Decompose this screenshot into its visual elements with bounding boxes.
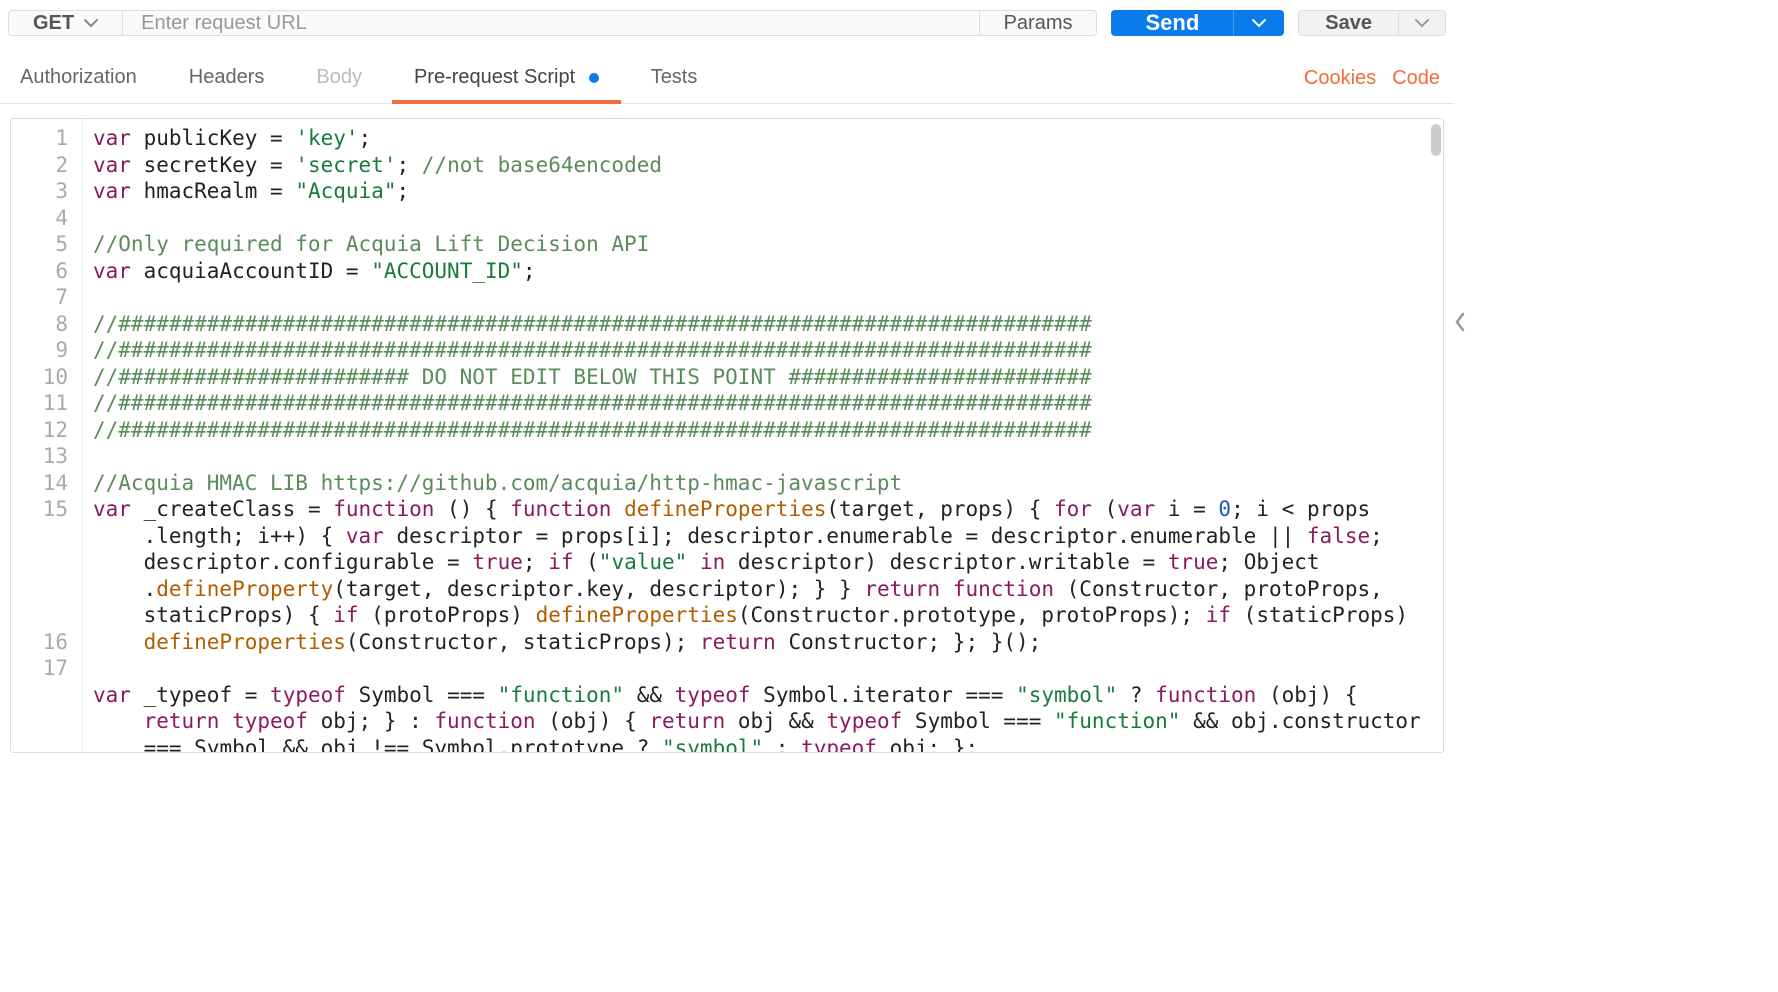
tab-headers[interactable]: Headers bbox=[187, 54, 267, 103]
scrollbar-thumb[interactable] bbox=[1431, 124, 1441, 156]
line-number-gutter: 1234567891011121314151617 bbox=[11, 119, 83, 752]
code-content[interactable]: var publicKey = 'key';var secretKey = 's… bbox=[83, 119, 1443, 752]
chevron-down-icon bbox=[84, 15, 98, 31]
request-url-input[interactable] bbox=[123, 11, 978, 35]
tab-label: Pre-request Script bbox=[414, 66, 575, 88]
params-button[interactable]: Params bbox=[979, 11, 1097, 35]
right-links: Cookies Code bbox=[1304, 67, 1446, 90]
request-bar: GET Params Send Save bbox=[0, 0, 1454, 36]
send-dropdown-button[interactable] bbox=[1233, 10, 1284, 36]
http-method-label: GET bbox=[33, 12, 74, 35]
code-editor[interactable]: 1234567891011121314151617 var publicKey … bbox=[10, 118, 1444, 753]
tab-prerequest-script[interactable]: Pre-request Script bbox=[412, 54, 601, 103]
code-link[interactable]: Code bbox=[1392, 67, 1440, 90]
chevron-down-icon bbox=[1252, 16, 1266, 31]
send-button[interactable]: Send bbox=[1111, 10, 1233, 36]
editor-wrap: 1234567891011121314151617 var publicKey … bbox=[10, 118, 1444, 753]
method-url-group: GET Params bbox=[8, 10, 1097, 36]
save-group: Save bbox=[1298, 10, 1446, 36]
send-group: Send bbox=[1111, 10, 1284, 36]
tab-authorization[interactable]: Authorization bbox=[18, 54, 139, 103]
tabs-row: Authorization Headers Body Pre-request S… bbox=[0, 54, 1454, 104]
http-method-select[interactable]: GET bbox=[9, 11, 123, 35]
cookies-link[interactable]: Cookies bbox=[1304, 67, 1376, 90]
tab-tests[interactable]: Tests bbox=[649, 54, 700, 103]
save-button[interactable]: Save bbox=[1298, 10, 1399, 36]
collapse-panel-icon[interactable] bbox=[1448, 306, 1472, 344]
tabs: Authorization Headers Body Pre-request S… bbox=[8, 54, 699, 103]
save-dropdown-button[interactable] bbox=[1399, 10, 1446, 36]
chevron-down-icon bbox=[1415, 16, 1429, 31]
tab-body[interactable]: Body bbox=[314, 54, 364, 103]
modified-dot-icon bbox=[589, 73, 599, 83]
